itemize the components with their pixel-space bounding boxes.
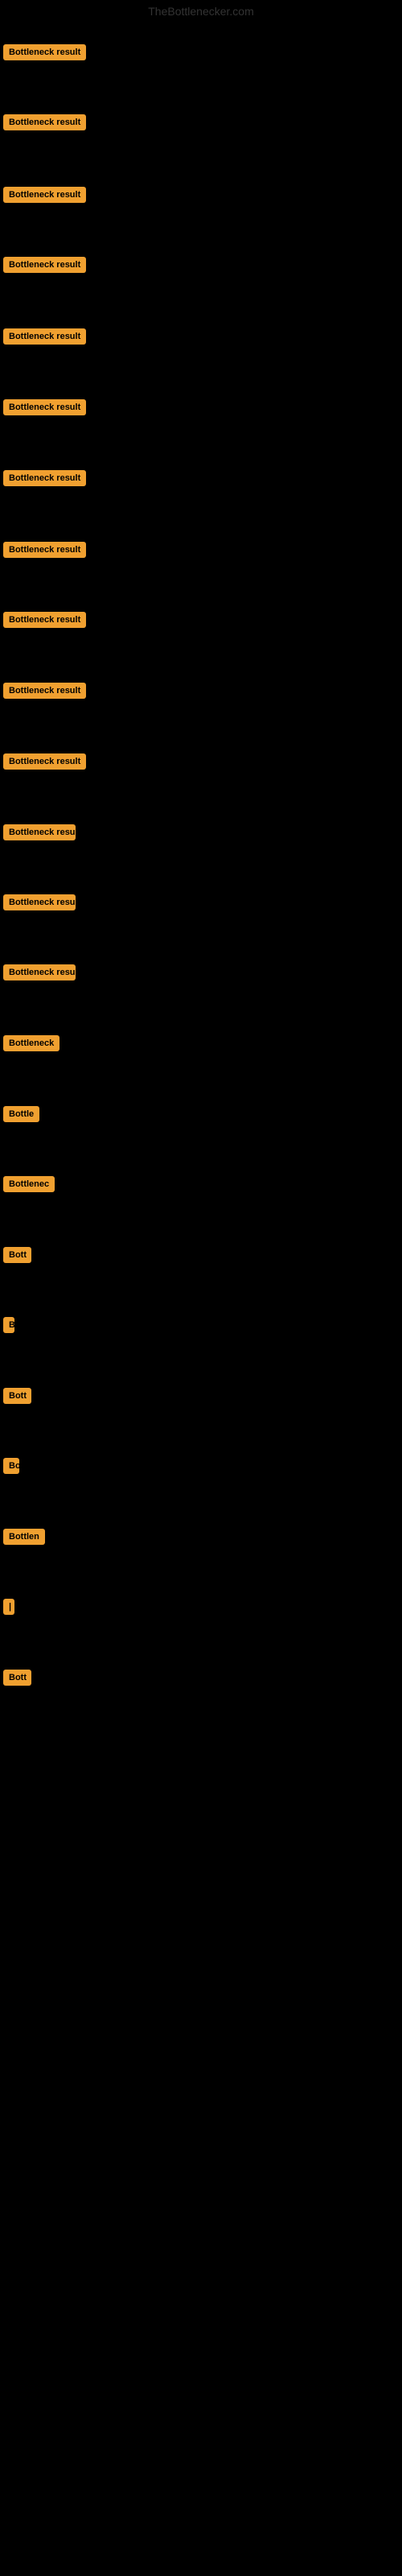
bottleneck-badge-11: Bottleneck result (3, 753, 86, 770)
bottleneck-badge-24: Bott (3, 1670, 31, 1686)
bottleneck-badge-23: | (3, 1599, 14, 1615)
bottleneck-badge-22: Bottlen (3, 1529, 45, 1545)
bottleneck-badge-15: Bottleneck (3, 1035, 59, 1051)
bottleneck-badge-2: Bottleneck result (3, 114, 86, 130)
bottleneck-badge-8: Bottleneck result (3, 542, 86, 558)
bottleneck-badge-14: Bottleneck resu (3, 964, 76, 980)
bottleneck-badge-1: Bottleneck result (3, 44, 86, 60)
bottleneck-badge-18: Bott (3, 1247, 31, 1263)
bottleneck-badge-17: Bottlenec (3, 1176, 55, 1192)
bottleneck-badge-13: Bottleneck resu (3, 894, 76, 910)
bottleneck-badge-16: Bottle (3, 1106, 39, 1122)
bottleneck-badge-12: Bottleneck resu (3, 824, 76, 840)
bottleneck-badge-21: Bo (3, 1458, 19, 1474)
bottleneck-badge-7: Bottleneck result (3, 470, 86, 486)
bottleneck-badge-4: Bottleneck result (3, 257, 86, 273)
bottleneck-badge-9: Bottleneck result (3, 612, 86, 628)
bottleneck-badge-20: Bott (3, 1388, 31, 1404)
bottleneck-badge-5: Bottleneck result (3, 328, 86, 345)
bottleneck-badge-3: Bottleneck result (3, 187, 86, 203)
bottleneck-badge-10: Bottleneck result (3, 683, 86, 699)
bottleneck-badge-6: Bottleneck result (3, 399, 86, 415)
site-title: TheBottlenecker.com (0, 0, 402, 23)
bottleneck-badge-19: B (3, 1317, 14, 1333)
